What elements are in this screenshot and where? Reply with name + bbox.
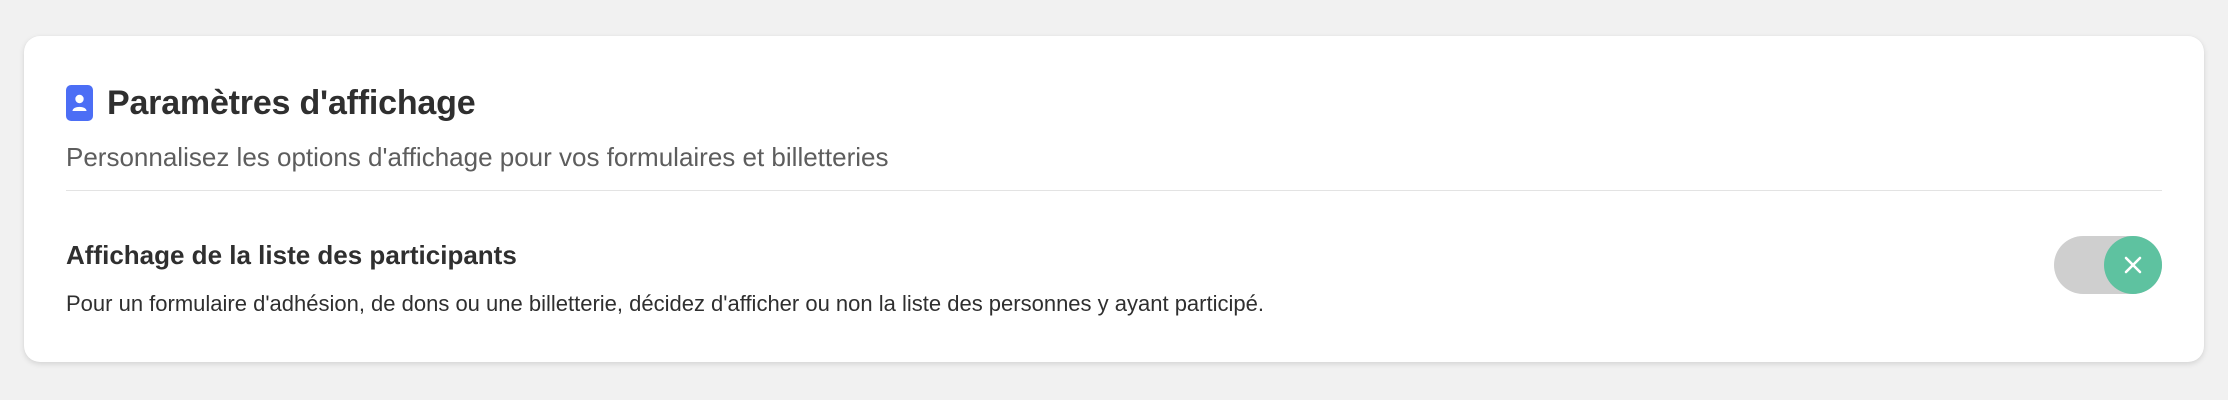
setting-participants-list: Affichage de la liste des participants P…: [66, 240, 2162, 317]
page-subtitle: Personnalisez les options d'affichage po…: [66, 142, 889, 172]
settings-card: Paramètres d'affichage Personnalisez les…: [24, 36, 2204, 362]
setting-title: Affichage de la liste des participants: [66, 240, 517, 270]
page-title: Paramètres d'affichage: [107, 83, 476, 122]
setting-description: Pour un formulaire d'adhésion, de dons o…: [66, 291, 1264, 316]
divider: [66, 190, 2162, 191]
toggle-knob: [2104, 236, 2162, 294]
section-header: Paramètres d'affichage Personnalisez les…: [66, 78, 2162, 173]
participants-list-toggle[interactable]: [2054, 236, 2162, 294]
title-row: Paramètres d'affichage: [66, 78, 2162, 128]
close-icon: [2124, 256, 2142, 274]
user-badge-icon: [66, 85, 93, 121]
